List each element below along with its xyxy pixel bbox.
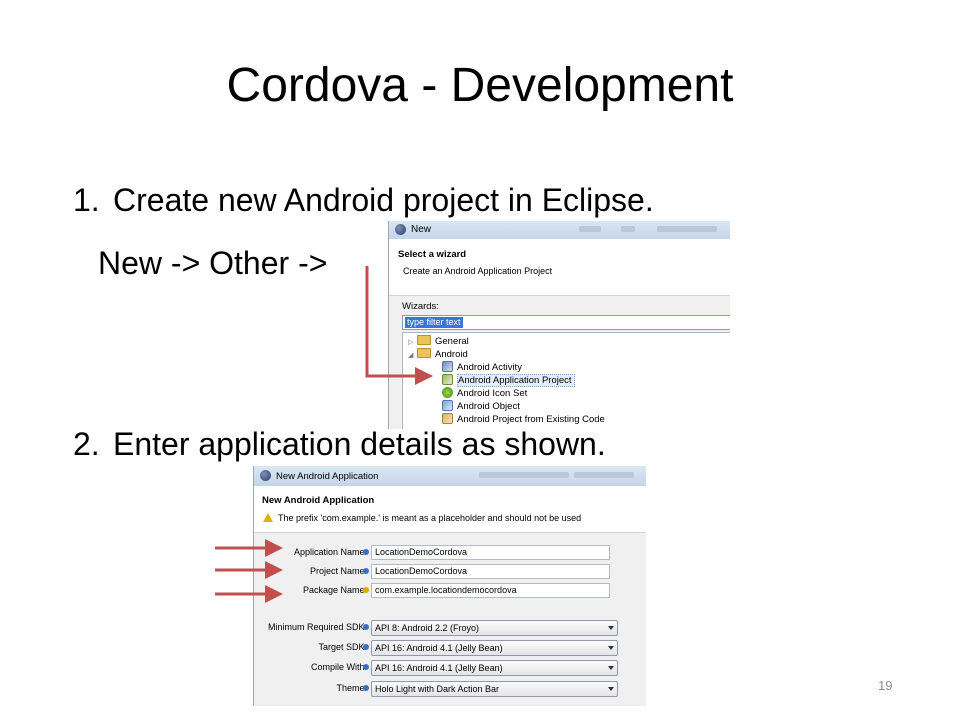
tree-item-label: General [435,336,469,347]
slide-title: Cordova - Development [226,59,734,112]
filter-text: type filter text [405,317,463,328]
eclipse-icon [395,224,406,235]
tree-item-android-existing-code[interactable]: Android Project from Existing Code [442,413,605,426]
blurred-background [574,472,634,478]
wizard-window-title: New [411,224,432,235]
new-wizard-screenshot: New Select a wizard Create an Android Ap… [388,221,730,429]
compile-with-select[interactable]: API 16: Android 4.1 (Jelly Bean) [371,660,618,676]
blurred-background [579,226,601,232]
application-name-label: Application Name: [293,547,367,557]
step-1: 1. Create new Android project in Eclipse. [73,182,654,219]
target-sdk-select[interactable]: API 16: Android 4.1 (Jelly Bean) [371,640,618,656]
wizard-tree[interactable]: ▷ General ◢ Android Android Activity Andro… [402,332,730,429]
blurred-background [479,472,569,478]
step-2-text: Enter application details as shown. [113,426,606,462]
theme-value: Holo Light with Dark Action Bar [375,684,500,694]
dropdown-arrow-icon[interactable] [608,666,614,670]
wizard-titlebar: New [389,221,730,239]
dropdown-arrow-icon[interactable] [608,687,614,691]
target-sdk-row: Target SDK: API 16: Android 4.1 (Jelly B… [254,640,646,656]
warning-icon [263,513,273,522]
warning-message: The prefix 'com.example.' is meant as a … [278,513,582,523]
info-icon [363,549,369,555]
compile-with-label: Compile With: [310,662,367,672]
tree-item-label: Android Application Project [457,374,575,387]
step-1-number: 1. [73,182,100,218]
app-dialog-window-title: New Android Application [276,471,379,482]
app-dialog-titlebar: New Android Application [254,466,646,486]
tree-item-label: Android Activity [457,362,522,373]
step-2: 2. Enter application details as shown. [73,426,606,463]
wizard-header-title: Select a wizard [398,249,467,260]
tree-item-label: Android Project from Existing Code [457,414,605,425]
folder-icon [417,348,431,358]
tree-item-android-object[interactable]: Android Object [442,400,520,413]
tree-item-android-activity[interactable]: Android Activity [442,361,522,374]
slide-number: 19 [878,678,893,693]
info-icon [363,685,369,691]
app-dialog-header-title: New Android Application [262,495,375,506]
tree-item-android[interactable]: ◢ Android [408,348,468,361]
wizard-filter-input[interactable]: type filter text [402,315,730,330]
dropdown-arrow-icon[interactable] [608,626,614,630]
collapse-arrow-icon[interactable]: ◢ [408,349,417,362]
app-dialog-header: New Android Application The prefix 'com.… [254,486,646,533]
step-2-number: 2. [73,426,100,462]
menu-path-text: New -> Other -> [98,245,328,281]
new-android-app-screenshot: New Android Application New Android Appl… [253,466,646,706]
blurred-background [657,226,717,232]
android-project-icon [442,374,453,385]
tree-item-label: Android Icon Set [457,388,528,399]
info-icon [363,624,369,630]
wizard-header: Select a wizard Create an Android Applic… [389,239,730,296]
package-name-label: Package Name: [302,585,367,595]
eclipse-icon [260,470,271,481]
wizards-label: Wizards: [402,301,439,312]
wizard-header-subtitle: Create an Android Application Project [403,266,553,276]
android-icon-set-icon [442,387,453,398]
target-sdk-value: API 16: Android 4.1 (Jelly Bean) [375,643,503,653]
android-activity-icon [442,361,453,372]
android-object-icon [442,400,453,411]
theme-select[interactable]: Holo Light with Dark Action Bar [371,681,618,697]
warning-decoration-icon [363,587,369,593]
package-name-input[interactable]: com.example.locationdemocordova [371,583,610,598]
tree-item-android-application-project[interactable]: Android Application Project [442,374,575,387]
step-1-text: Create new Android project in Eclipse. [113,182,654,218]
application-name-row: Application Name: LocationDemoCordova [254,545,646,560]
tree-item-label: Android Object [457,401,520,412]
folder-icon [417,335,431,345]
compile-with-value: API 16: Android 4.1 (Jelly Bean) [375,663,503,673]
package-name-row: Package Name: com.example.locationdemoco… [254,583,646,598]
min-sdk-label: Minimum Required SDK: [267,622,367,632]
tree-item-general[interactable]: ▷ General [408,335,469,348]
info-icon [363,644,369,650]
min-sdk-value: API 8: Android 2.2 (Froyo) [375,623,480,633]
application-name-input[interactable]: LocationDemoCordova [371,545,610,560]
min-sdk-select[interactable]: API 8: Android 2.2 (Froyo) [371,620,618,636]
info-icon [363,568,369,574]
blurred-background [621,226,635,232]
dropdown-arrow-icon[interactable] [608,646,614,650]
project-name-input[interactable]: LocationDemoCordova [371,564,610,579]
info-icon [363,664,369,670]
project-name-label: Project Name: [309,566,367,576]
android-existing-code-icon [442,413,453,424]
compile-with-row: Compile With: API 16: Android 4.1 (Jelly… [254,660,646,676]
target-sdk-label: Target SDK: [318,642,367,652]
tree-item-label: Android [435,349,468,360]
theme-row: Theme: Holo Light with Dark Action Bar [254,681,646,697]
min-sdk-row: Minimum Required SDK: API 8: Android 2.2… [254,620,646,636]
project-name-row: Project Name: LocationDemoCordova [254,564,646,579]
tree-item-android-icon-set[interactable]: Android Icon Set [442,387,527,400]
